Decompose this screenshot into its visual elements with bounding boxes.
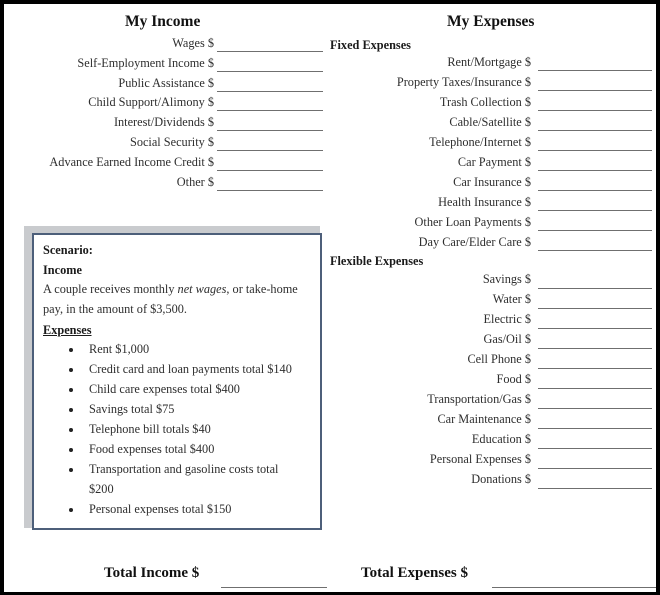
- bullet-icon: [69, 468, 73, 472]
- fixed-expense-item-label: Health Insurance $: [438, 195, 531, 209]
- flexible-expense-item-field[interactable]: [538, 368, 652, 369]
- fixed-expense-item-field[interactable]: [538, 230, 652, 231]
- flexible-expense-item-label: Food $: [496, 372, 531, 386]
- flexible-expense-item-label: Personal Expenses $: [429, 452, 531, 466]
- income-item-label: Social Security $: [129, 135, 214, 149]
- flexible-expense-item-label: Savings $: [482, 272, 531, 286]
- bullet-icon: [69, 348, 73, 352]
- flexible-expense-item-field[interactable]: [538, 288, 652, 289]
- income-item-label: Advance Earned Income Credit $: [49, 154, 214, 169]
- flexible-expense-item-field[interactable]: [538, 308, 652, 309]
- fixed-expense-item-label: Telephone/Internet $: [429, 135, 531, 149]
- bullet-icon: [69, 388, 73, 392]
- flexible-expense-item-label: Cell Phone $: [467, 352, 531, 366]
- scenario-expense-item: Telephone bill totals $40: [89, 422, 211, 436]
- income-title: My Income: [125, 13, 201, 30]
- scenario-income-text-line-1: A couple receives monthly net wages, or …: [43, 282, 298, 296]
- flexible-expense-item-label: Donations $: [471, 472, 531, 486]
- flexible-expense-item-field[interactable]: [538, 428, 652, 429]
- scenario-income-heading: Income: [43, 263, 82, 277]
- income-item-field[interactable]: [217, 130, 323, 132]
- flexible-expense-item-label: Water $: [492, 292, 531, 306]
- scenario-box: Scenario: Income A couple receives month…: [32, 233, 322, 530]
- bullet-icon: [69, 508, 73, 512]
- fixed-expense-item-field[interactable]: [538, 210, 652, 211]
- flexible-expense-item-label: Electric $: [483, 312, 531, 326]
- scenario-expense-item: Rent $1,000: [89, 342, 150, 356]
- fixed-expense-item-label: Day Care/Elder Care $: [418, 235, 531, 249]
- flexible-expense-item-field[interactable]: [538, 388, 652, 389]
- fixed-expense-item-field[interactable]: [538, 190, 652, 191]
- scenario-expense-item: Child care expenses total $400: [89, 382, 240, 396]
- bullet-icon: [69, 428, 73, 432]
- flexible-expense-item-field[interactable]: [538, 468, 652, 469]
- flexible-expense-item-field[interactable]: [538, 328, 652, 329]
- bullet-icon: [69, 448, 73, 452]
- flexible-expense-item-label: Car Maintenance $: [437, 412, 531, 426]
- fixed-expense-item-label: Car Payment $: [457, 155, 531, 169]
- fixed-expenses-heading: Fixed Expenses: [330, 38, 411, 52]
- flexible-expense-item-label: Education $: [471, 432, 531, 446]
- fixed-expense-item-field[interactable]: [538, 150, 652, 151]
- scenario-expense-item: $200: [89, 482, 114, 496]
- flexible-expense-item-field[interactable]: [538, 408, 652, 409]
- fixed-expense-item-field[interactable]: [538, 250, 652, 251]
- total-income-field[interactable]: [221, 587, 327, 588]
- flexible-expense-item-label: Gas/Oil $: [483, 332, 531, 346]
- fixed-expense-item-field[interactable]: [538, 170, 652, 171]
- income-item-field[interactable]: [217, 189, 323, 191]
- scenario-title: Scenario:: [43, 243, 93, 257]
- fixed-expense-item-field[interactable]: [538, 70, 652, 71]
- income-item-label: Interest/Dividends $: [113, 115, 214, 130]
- scenario-expenses-heading: Expenses: [43, 323, 92, 337]
- income-item-field[interactable]: [217, 51, 323, 52]
- income-item-field[interactable]: [217, 110, 323, 112]
- income-text-part: A couple receives monthly: [43, 282, 178, 296]
- scenario-expense-item: Transportation and gasoline costs total: [89, 462, 279, 476]
- fixed-expense-item-label: Car Insurance $: [453, 175, 531, 189]
- total-income-label: Total Income $: [104, 565, 200, 581]
- total-expenses-label: Total Expenses $: [361, 565, 468, 581]
- flexible-expense-item-field[interactable]: [538, 348, 652, 349]
- fixed-expense-item-field[interactable]: [538, 130, 652, 131]
- income-text-part: , or take-home: [226, 282, 298, 296]
- income-item-field[interactable]: [217, 150, 323, 151]
- income-item-field[interactable]: [217, 169, 323, 171]
- fixed-expense-item-label: Other Loan Payments $: [414, 215, 531, 229]
- flexible-expense-item-label: Transportation/Gas $: [427, 392, 531, 406]
- flexible-expense-item-field[interactable]: [538, 448, 652, 449]
- worksheet-frame: My Income Wages $ Self-Employment Income …: [0, 0, 660, 595]
- scenario-expense-item: Savings total $75: [89, 402, 175, 416]
- fixed-expense-item-label: Property Taxes/Insurance $: [396, 75, 531, 89]
- fixed-expense-item-label: Rent/Mortgage $: [447, 55, 531, 69]
- fixed-expense-item-field[interactable]: [538, 90, 652, 91]
- income-item-field[interactable]: [217, 70, 323, 72]
- scenario-income-text-line-2: pay, in the amount of $3,500.: [43, 302, 188, 316]
- income-item-label: Wages $: [172, 36, 214, 50]
- fixed-expense-item-label: Trash Collection $: [439, 95, 531, 109]
- income-item-label: Other $: [176, 174, 214, 189]
- fixed-expense-item-label: Cable/Satellite $: [449, 115, 531, 129]
- bullet-icon: [69, 368, 73, 372]
- bullet-icon: [69, 408, 73, 412]
- total-expenses-field[interactable]: [492, 587, 656, 588]
- income-item-label: Public Assistance $: [118, 75, 214, 90]
- expenses-title: My Expenses: [447, 13, 535, 30]
- flexible-expenses-heading: Flexible Expenses: [330, 254, 424, 268]
- fixed-expense-item-field[interactable]: [538, 110, 652, 111]
- scenario-expense-item: Credit card and loan payments total $140: [89, 362, 292, 376]
- scenario-expense-item: Food expenses total $400: [89, 442, 215, 456]
- scenario-expense-item: Personal expenses total $150: [89, 502, 232, 516]
- income-item-label: Child Support/Alimony $: [88, 95, 214, 110]
- flexible-expense-item-field[interactable]: [538, 488, 652, 489]
- income-text-emphasis: net wages: [177, 282, 227, 296]
- income-item-label: Self-Employment Income $: [77, 55, 214, 70]
- income-item-field[interactable]: [217, 90, 323, 92]
